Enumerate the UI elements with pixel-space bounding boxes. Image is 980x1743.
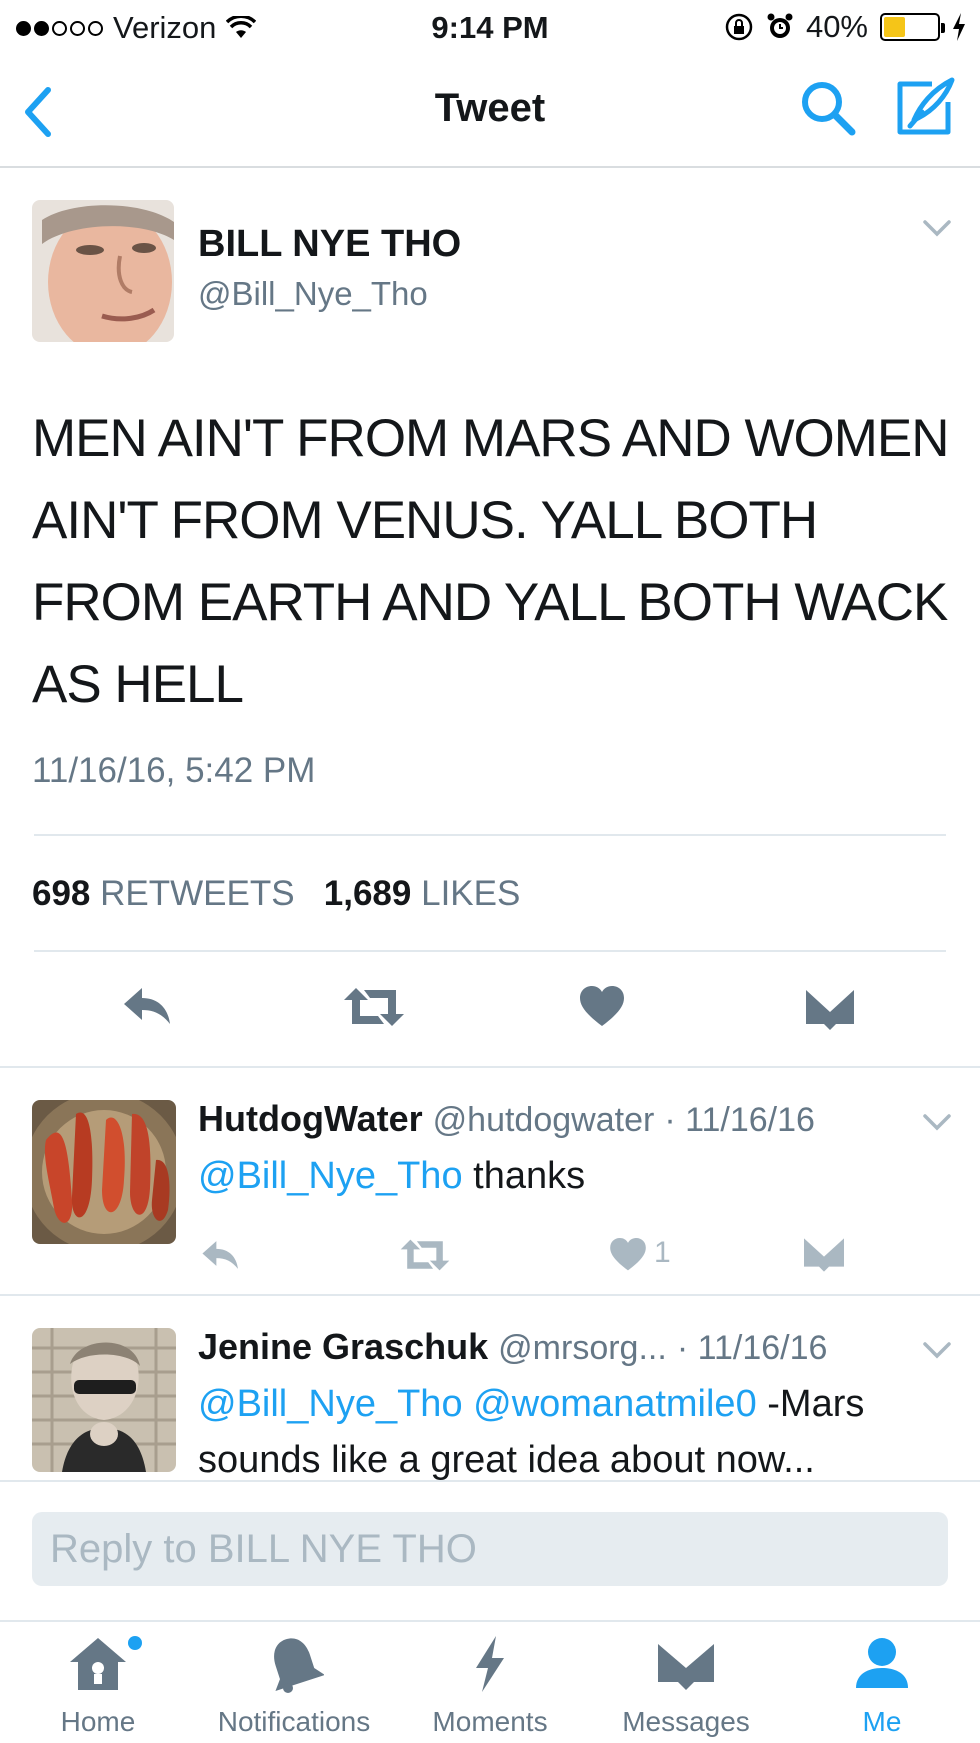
home-icon [70, 1638, 126, 1690]
chevron-down-icon[interactable] [922, 1340, 952, 1360]
reply-compose-bar [0, 1480, 980, 1620]
tab-label: Me [862, 1706, 902, 1737]
retweets-count: 698 [32, 874, 91, 913]
rotation-lock-icon [725, 13, 753, 41]
retweet-icon[interactable] [400, 1238, 450, 1272]
heart-icon[interactable] [580, 986, 624, 1026]
reply-date: · 11/16/16 [676, 1329, 828, 1367]
reply-body-text: thanks [462, 1155, 586, 1197]
battery-icon [880, 13, 945, 41]
reply-text: @Bill_Nye_Tho thanks [198, 1148, 968, 1204]
compose-icon[interactable] [892, 76, 956, 140]
reply-author-name[interactable]: Jenine Graschuk [198, 1326, 488, 1367]
alarm-icon [767, 13, 793, 38]
bell-icon [274, 1638, 324, 1693]
reply-tweet[interactable]: Jenine Graschuk @mrsorg... · 11/16/16 @B… [0, 1296, 980, 1480]
lightning-icon [476, 1636, 504, 1692]
tweet-text: MEN AIN'T FROM MARS AND WOMEN AIN'T FROM… [32, 409, 950, 714]
reply-icon[interactable] [122, 984, 174, 1028]
tab-label: Moments [432, 1706, 548, 1737]
reply-input[interactable] [32, 1512, 948, 1586]
status-right: 40% [724, 9, 966, 45]
reply-header: HutdogWater @hutdogwater · 11/16/16 [198, 1098, 815, 1140]
reply-icon[interactable] [200, 1238, 242, 1272]
reply-date: · 11/16/16 [664, 1101, 815, 1139]
envelope-icon [658, 1644, 714, 1690]
notification-dot [128, 1636, 142, 1650]
battery-percent: 40% [805, 9, 868, 44]
reply-author-handle[interactable]: @mrsorg... [498, 1329, 667, 1367]
search-icon[interactable] [798, 78, 858, 138]
battery-level [884, 17, 905, 37]
reply-author-name[interactable]: HutdogWater [198, 1098, 423, 1139]
author-avatar[interactable] [32, 200, 174, 342]
chevron-down-icon[interactable] [922, 1112, 952, 1132]
retweet-icon[interactable] [344, 986, 404, 1028]
reply-header: Jenine Graschuk @mrsorg... · 11/16/16 [198, 1326, 827, 1368]
status-bar: Verizon 9:14 PM 40% [0, 0, 980, 56]
reply-mention[interactable]: @Bill_Nye_Tho @womanatmile0 [198, 1383, 757, 1425]
reply-tweet[interactable]: HutdogWater @hutdogwater · 11/16/16 @Bil… [0, 1068, 980, 1296]
reply-text: @Bill_Nye_Tho @womanatmile0 -Mars sounds… [198, 1376, 968, 1480]
likes-count: 1,689 [323, 874, 412, 913]
tab-messages[interactable]: Messages [588, 1622, 784, 1743]
person-icon [856, 1638, 908, 1688]
tab-label: Home [60, 1706, 136, 1737]
reply-mention[interactable]: @Bill_Nye_Tho [198, 1155, 463, 1197]
chevron-down-icon[interactable] [922, 218, 952, 238]
tab-bar: Home Notifications Moments Messages Me [0, 1620, 980, 1743]
divider [34, 834, 946, 836]
envelope-icon[interactable] [806, 990, 854, 1030]
like-count: 1 [654, 1236, 671, 1269]
tweet-stats[interactable]: 698 RETWEETS 1,689 LIKES [32, 874, 520, 914]
nav-bar: Tweet [0, 56, 980, 168]
charging-bolt-icon [953, 13, 965, 41]
reply-avatar[interactable] [32, 1100, 176, 1244]
tweet-timestamp: 11/16/16, 5:42 PM [32, 751, 316, 790]
tab-notifications[interactable]: Notifications [196, 1622, 392, 1743]
reply-author-handle[interactable]: @hutdogwater [433, 1101, 655, 1139]
tab-moments[interactable]: Moments [392, 1622, 588, 1743]
heart-icon[interactable] [610, 1238, 646, 1272]
divider [34, 950, 946, 952]
retweets-label: RETWEETS [100, 874, 295, 913]
main-tweet: BILL NYE THO @Bill_Nye_Tho MEN AIN'T FRO… [0, 168, 980, 1068]
tab-me[interactable]: Me [784, 1622, 980, 1743]
likes-label: LIKES [421, 874, 521, 913]
tab-label: Notifications [217, 1706, 371, 1737]
tab-label: Messages [622, 1706, 750, 1737]
tab-home[interactable]: Home [0, 1622, 196, 1743]
reply-avatar[interactable] [32, 1328, 176, 1472]
author-handle[interactable]: @Bill_Nye_Tho [198, 275, 428, 313]
author-name[interactable]: BILL NYE THO [198, 223, 461, 266]
envelope-icon[interactable] [804, 1238, 844, 1272]
